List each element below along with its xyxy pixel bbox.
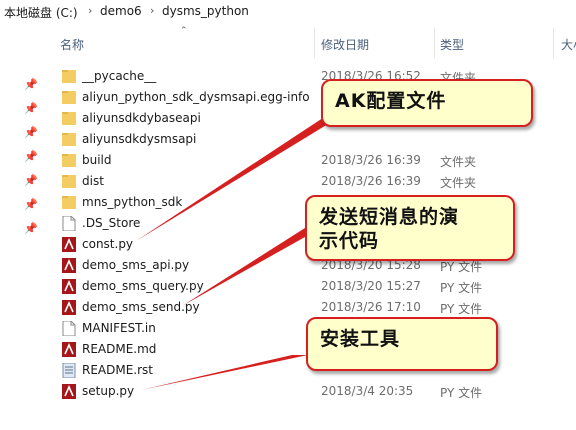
- callout-demo-text: 发送短消息的演 示代码: [319, 206, 460, 252]
- callout-install-tool: 安装工具: [306, 317, 498, 371]
- callout-install-text: 安装工具: [320, 328, 401, 350]
- callout-pointer-install: [141, 355, 308, 390]
- callout-pointer-demo: [182, 228, 321, 306]
- callout-demo-code: 发送短消息的演 示代码: [305, 195, 515, 261]
- callout-ak-text: AK配置文件: [335, 90, 447, 112]
- callout-ak-config: AK配置文件: [321, 79, 533, 127]
